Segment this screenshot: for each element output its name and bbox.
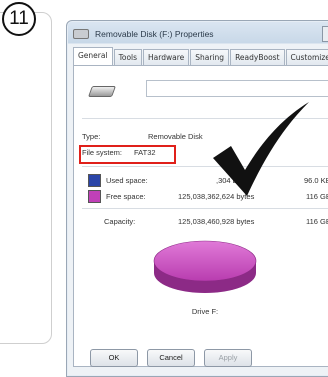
checkmark-icon bbox=[213, 102, 309, 196]
drive-icon bbox=[87, 86, 117, 97]
title-bar: Removable Disk (F:) Properties S bbox=[67, 21, 328, 47]
tab-hardware[interactable]: Hardware bbox=[143, 49, 190, 65]
capacity-label: Capacity: bbox=[104, 217, 136, 226]
background-card bbox=[0, 12, 52, 344]
tab-customize[interactable]: Customize bbox=[285, 49, 328, 65]
free-space-swatch bbox=[88, 190, 101, 203]
drive-title-icon bbox=[73, 29, 89, 39]
type-label: Type: bbox=[82, 132, 101, 141]
used-space-swatch bbox=[88, 174, 101, 187]
step-number-badge: 11 bbox=[2, 2, 36, 36]
tab-sharing[interactable]: Sharing bbox=[190, 49, 230, 65]
file-system-value: FAT32 bbox=[134, 148, 156, 157]
separator bbox=[82, 208, 328, 209]
drive-caption: Drive F: bbox=[191, 307, 219, 316]
close-button[interactable]: S bbox=[322, 26, 328, 42]
window-title: Removable Disk (F:) Properties bbox=[95, 29, 214, 39]
capacity-size: 116 GB bbox=[306, 217, 328, 226]
capacity-bytes: 125,038,460,928 bytes bbox=[178, 217, 255, 226]
drive-name-input[interactable] bbox=[146, 80, 328, 97]
tab-readyboost[interactable]: ReadyBoost bbox=[230, 49, 285, 65]
dialog-buttons: OK Cancel Apply bbox=[90, 349, 252, 367]
free-space-slice bbox=[153, 240, 257, 282]
pie-graphic bbox=[153, 240, 257, 293]
apply-button[interactable]: Apply bbox=[204, 349, 252, 367]
tab-general[interactable]: General bbox=[73, 47, 113, 65]
tab-tools[interactable]: Tools bbox=[113, 49, 143, 65]
ok-button[interactable]: OK bbox=[90, 349, 138, 367]
cancel-button[interactable]: Cancel bbox=[147, 349, 195, 367]
type-value: Removable Disk bbox=[148, 132, 203, 141]
tab-strip: General Tools Hardware Sharing ReadyBoos… bbox=[73, 47, 328, 65]
disk-usage-pie: Drive F: bbox=[150, 231, 260, 316]
free-space-label: Free space: bbox=[106, 192, 146, 201]
file-system-label: File system: bbox=[82, 148, 123, 157]
used-space-label: Used space: bbox=[106, 176, 148, 185]
